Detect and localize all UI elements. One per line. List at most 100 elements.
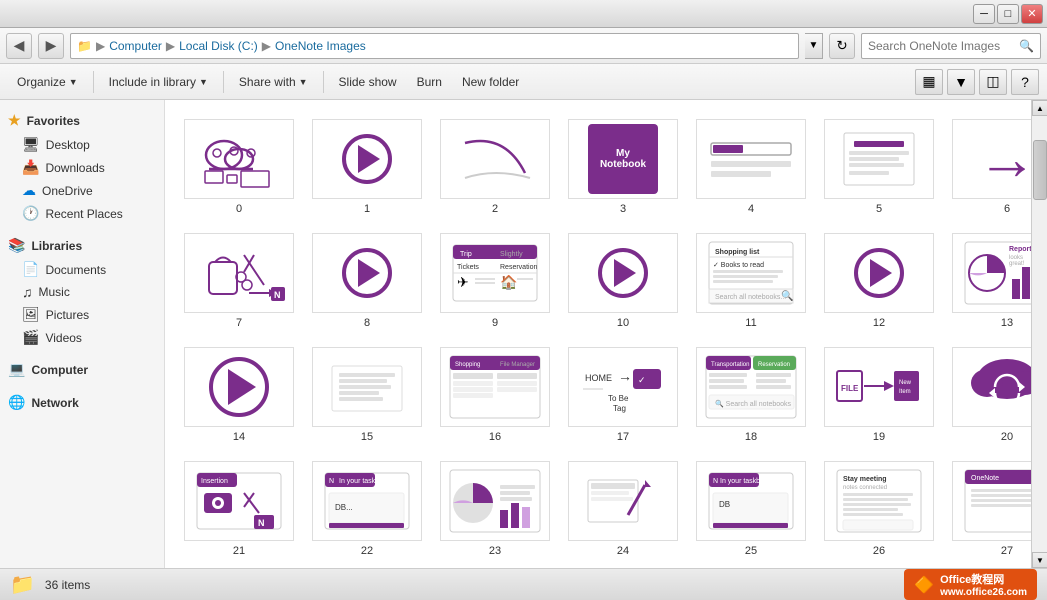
thumb-label-13: 13 (1001, 317, 1013, 329)
main-area: ★ Favorites 🖥 Desktop 📥 Downloads ☁ OneD… (0, 100, 1047, 568)
file-item-23[interactable]: 23 (435, 456, 555, 562)
play-triangle-8 (358, 259, 380, 287)
include-chevron: ▼ (199, 77, 208, 87)
file-item-4[interactable]: 4 (691, 114, 811, 220)
file-item-21[interactable]: Insertion N 21 (179, 456, 299, 562)
videos-icon: 🎬 (22, 329, 39, 346)
file-item-22[interactable]: N In your taskbar DB... 22 (307, 456, 427, 562)
file-item-16[interactable]: Shopping File Manager 16 (435, 342, 555, 448)
file-item-19[interactable]: FILE New Item 19 (819, 342, 939, 448)
thumb-15 (312, 347, 422, 427)
back-button[interactable]: ◀ (6, 33, 32, 59)
office-brand-text: Office教程网 www.office26.com (940, 571, 1027, 598)
breadcrumb-dropdown[interactable]: ▼ (805, 33, 823, 59)
burn-button[interactable]: Burn (408, 68, 451, 96)
favorites-section[interactable]: ★ Favorites (0, 108, 164, 133)
thumb-svg-4 (701, 123, 801, 195)
libraries-section[interactable]: 📚 Libraries (0, 233, 164, 258)
office-brand-name: Office教程网 (940, 571, 1027, 587)
file-item-5[interactable]: 5 (819, 114, 939, 220)
svg-text:Shopping: Shopping (455, 362, 480, 368)
file-item-26[interactable]: Stay meeting notes connected 26 (819, 456, 939, 562)
help-button[interactable]: ? (1011, 69, 1039, 95)
toolbar-right: ▦ ▼ ◫ ? (915, 69, 1039, 95)
thumb-label-24: 24 (617, 545, 629, 557)
sidebar-item-downloads[interactable]: 📥 Downloads (0, 156, 164, 179)
thumb-12 (824, 233, 934, 313)
view-dropdown-button[interactable]: ▼ (947, 69, 975, 95)
svg-text:N In your taskbar: N In your taskbar (713, 478, 767, 485)
computer-section[interactable]: 💻 Computer (0, 357, 164, 382)
forward-button[interactable]: ▶ (38, 33, 64, 59)
play-triangle-1 (358, 145, 380, 173)
file-item-10[interactable]: 10 (563, 228, 683, 334)
scroll-thumb[interactable] (1033, 140, 1047, 200)
slideshow-button[interactable]: Slide show (330, 68, 406, 96)
view-button[interactable]: ▦ (915, 69, 943, 95)
scroll-down-arrow[interactable]: ▼ (1032, 552, 1047, 568)
file-item-15[interactable]: 15 (307, 342, 427, 448)
search-icon: 🔍 (1019, 39, 1034, 53)
refresh-button[interactable]: ↻ (829, 33, 855, 59)
thumb-1 (312, 119, 422, 199)
file-item-12[interactable]: 12 (819, 228, 939, 334)
network-section[interactable]: 🌐 Network (0, 390, 164, 415)
breadcrumb-localdisk[interactable]: Local Disk (C:) (179, 39, 258, 53)
sidebar-item-pictures[interactable]: 🖼 Pictures (0, 303, 164, 326)
thumb-label-8: 8 (364, 317, 370, 329)
breadcrumb-onenote[interactable]: OneNote Images (275, 39, 366, 53)
file-item-20[interactable]: 20 (947, 342, 1031, 448)
file-item-24[interactable]: 24 (563, 456, 683, 562)
thumb-3: My Notebook (568, 119, 678, 199)
sidebar-item-desktop[interactable]: 🖥 Desktop (0, 133, 164, 156)
thumb-5 (824, 119, 934, 199)
svg-text:Search all notebooks...: Search all notebooks... (715, 294, 786, 301)
search-input[interactable] (868, 39, 1015, 53)
sidebar-item-music[interactable]: ♫ Music (0, 281, 164, 303)
include-library-button[interactable]: Include in library ▼ (100, 68, 217, 96)
file-item-7[interactable]: N 7 (179, 228, 299, 334)
file-item-9[interactable]: Trip Slightly Tickets Reservation ✈ 🏠 (435, 228, 555, 334)
play-circle-8 (342, 248, 392, 298)
file-item-3[interactable]: My Notebook 3 (563, 114, 683, 220)
new-folder-button[interactable]: New folder (453, 68, 528, 96)
file-item-25[interactable]: N In your taskbar DB 25 (691, 456, 811, 562)
downloads-icon: 📥 (22, 159, 39, 176)
sidebar-item-recent[interactable]: 🕐 Recent Places (0, 202, 164, 225)
file-item-13[interactable]: Report looks great! 13 (947, 228, 1031, 334)
maximize-button[interactable]: □ (997, 4, 1019, 24)
sidebar-item-videos[interactable]: 🎬 Videos (0, 326, 164, 349)
thumb-label-21: 21 (233, 545, 245, 557)
file-item-6[interactable]: → 6 (947, 114, 1031, 220)
file-item-11[interactable]: Shopping list ✓ Books to read Search all… (691, 228, 811, 334)
thumb-svg-23 (445, 465, 545, 537)
organize-button[interactable]: Organize ▼ (8, 68, 87, 96)
file-item-18[interactable]: Transportation Reservation 🔍 Search all … (691, 342, 811, 448)
file-item-27[interactable]: OneNote 27 (947, 456, 1031, 562)
scroll-up-arrow[interactable]: ▲ (1032, 100, 1047, 116)
svg-text:Shopping list: Shopping list (715, 249, 760, 256)
thumb-svg-11: Shopping list ✓ Books to read Search all… (701, 237, 801, 309)
share-button[interactable]: Share with ▼ (230, 68, 317, 96)
breadcrumb-computer[interactable]: Computer (109, 39, 162, 53)
thumbnail-grid: 0 1 2 (175, 110, 1021, 566)
sidebar-item-documents[interactable]: 📄 Documents (0, 258, 164, 281)
file-item-8[interactable]: 8 (307, 228, 427, 334)
preview-button[interactable]: ◫ (979, 69, 1007, 95)
office-badge[interactable]: 🔶 Office教程网 www.office26.com (904, 569, 1037, 600)
thumb-svg-9: Trip Slightly Tickets Reservation ✈ 🏠 (445, 237, 545, 309)
file-item-1[interactable]: 1 (307, 114, 427, 220)
file-item-2[interactable]: 2 (435, 114, 555, 220)
sidebar-item-onedrive[interactable]: ☁ OneDrive (0, 179, 164, 202)
play-triangle-10 (614, 259, 636, 287)
thumb-label-17: 17 (617, 431, 629, 443)
file-item-14[interactable]: 14 (179, 342, 299, 448)
file-item-17[interactable]: HOME → ✓ To Be Tag 17 (563, 342, 683, 448)
svg-text:→: → (618, 368, 632, 384)
minimize-button[interactable]: ─ (973, 4, 995, 24)
separator-2 (223, 71, 224, 93)
file-item-0[interactable]: 0 (179, 114, 299, 220)
scrollbar[interactable]: ▲ ▼ (1031, 100, 1047, 568)
close-button[interactable]: ✕ (1021, 4, 1043, 24)
documents-label: Documents (45, 263, 106, 277)
